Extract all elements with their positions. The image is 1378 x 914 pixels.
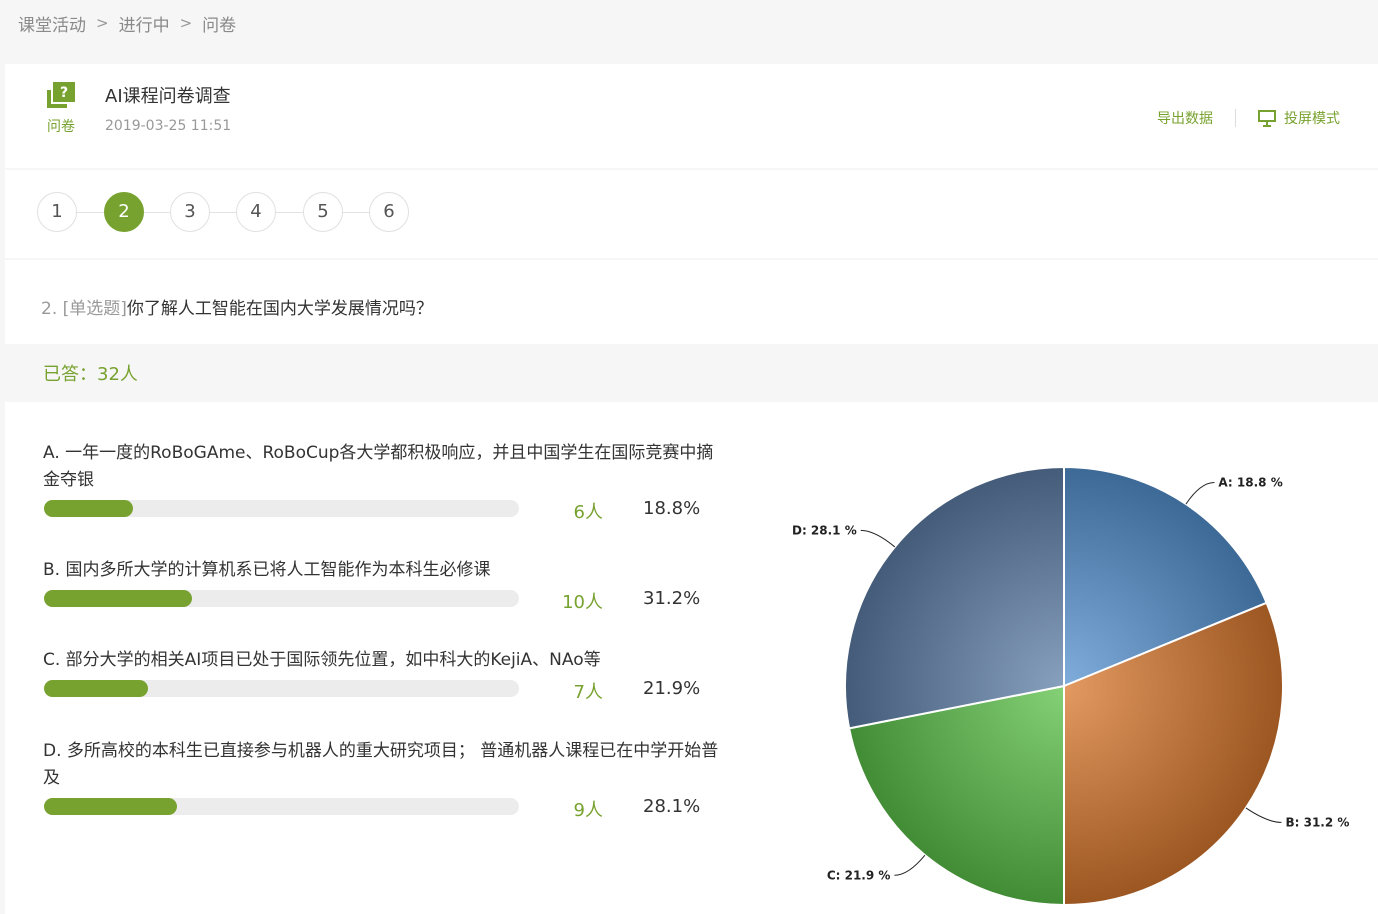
header-actions: 导出数据 投屏模式 [1157,108,1340,128]
step-2[interactable]: 2 [104,192,144,232]
progress-fill [44,680,148,697]
step-5[interactable]: 5 [303,192,343,232]
step-1[interactable]: 1 [37,192,77,232]
chevron-right-icon: > [96,14,109,32]
pie-slice-d [844,465,1065,730]
option-text: A. 一年一度的RoBoGAme、RoBoCup各大学都积极响应，并且中国学生在… [43,443,714,490]
progress-fill [44,798,177,815]
question-stepper: 1 2 3 4 5 6 [5,170,1378,258]
export-data-button[interactable]: 导出数据 [1157,108,1213,128]
actions-divider [1235,109,1236,127]
option-a: A. 一年一度的RoBoGAme、RoBoCup各大学都积极响应，并且中国学生在… [43,440,723,523]
option-count: 9人 [573,800,603,821]
activity-title: AI课程问卷调查 [105,86,231,107]
option-c: C. 部分大学的相关AI项目已处于国际领先位置，如中科大的KejiA、NAo等 … [43,647,723,703]
option-bar-row: 10人 31.2% [43,588,723,613]
projection-mode-label: 投屏模式 [1284,111,1340,127]
pie-leader-line [1245,807,1282,823]
projection-mode-button[interactable]: 投屏模式 [1258,108,1340,128]
step-4[interactable]: 4 [236,192,276,232]
pie-chart: A: 18.8 % B: 31.2 % C: 21.9 % D: 28.1 % [792,465,1349,907]
step-3[interactable]: 3 [170,192,210,232]
question-block: 2. [单选题]你了解人工智能在国内大学发展情况吗？ [5,260,1378,344]
breadcrumb-current: 问卷 [202,15,237,36]
pie-label-d: D: 28.1 % [792,523,857,537]
breadcrumb: 课堂活动 > 进行中 > 问卷 [18,10,236,36]
answered-count: 已答：32人 [43,364,138,385]
pie-label-a: A: 18.8 % [1218,476,1282,490]
option-count: 6人 [573,502,603,523]
activity-header: ? 问卷 AI课程问卷调查 2019-03-25 11:51 导出数据 投屏模式 [5,64,1378,168]
option-percent: 31.2% [643,588,701,609]
chevron-right-icon: > [179,14,193,32]
option-percent: 28.1% [643,796,701,817]
pie-leader-line [1185,482,1215,505]
svg-text:?: ? [60,85,68,101]
option-percent: 21.9% [643,678,701,699]
activity-type-label: 问卷 [47,119,75,135]
question-type: [单选题] [62,299,127,319]
questionnaire-icon: ? [47,82,75,108]
option-bar-row: 7人 21.9% [43,678,723,703]
step-6[interactable]: 6 [369,192,409,232]
export-data-label: 导出数据 [1157,111,1213,127]
progress-fill [44,590,192,607]
activity-type: ? 问卷 [41,82,81,136]
breadcrumb-class-activity[interactable]: 课堂活动 [18,11,86,36]
progress-fill [44,500,133,517]
option-count: 7人 [573,682,603,703]
option-bar-row: 9人 28.1% [43,796,723,821]
projector-icon [1258,110,1276,127]
answered-bar: 已答：32人 [5,346,1378,400]
option-text: D. 多所高校的本科生已直接参与机器人的重大研究项目； 普通机器人课程已在中学开… [43,741,719,788]
question-title: 2. [单选题]你了解人工智能在国内大学发展情况吗？ [41,294,433,319]
activity-date: 2019-03-25 11:51 [105,118,232,134]
question-number: 2. [41,299,58,319]
option-b: B. 国内多所大学的计算机系已将人工智能作为本科生必修课 10人 31.2% [43,557,723,613]
option-bar-row: 6人 18.8% [43,498,723,523]
question-text: 你了解人工智能在国内大学发展情况吗？ [126,299,433,319]
option-count: 10人 [562,592,603,613]
option-text: C. 部分大学的相关AI项目已处于国际领先位置，如中科大的KejiA、NAo等 [43,650,601,670]
pie-leader-line [894,854,926,876]
pie-label-b: B: 31.2 % [1285,815,1349,829]
option-text: B. 国内多所大学的计算机系已将人工智能作为本科生必修课 [43,560,491,580]
pie-label-c: C: 21.9 % [827,868,891,882]
breadcrumb-in-progress[interactable]: 进行中 [119,11,170,36]
option-d: D. 多所高校的本科生已直接参与机器人的重大研究项目； 普通机器人课程已在中学开… [43,738,723,821]
pie-leader-line [860,529,896,548]
option-percent: 18.8% [643,498,701,519]
